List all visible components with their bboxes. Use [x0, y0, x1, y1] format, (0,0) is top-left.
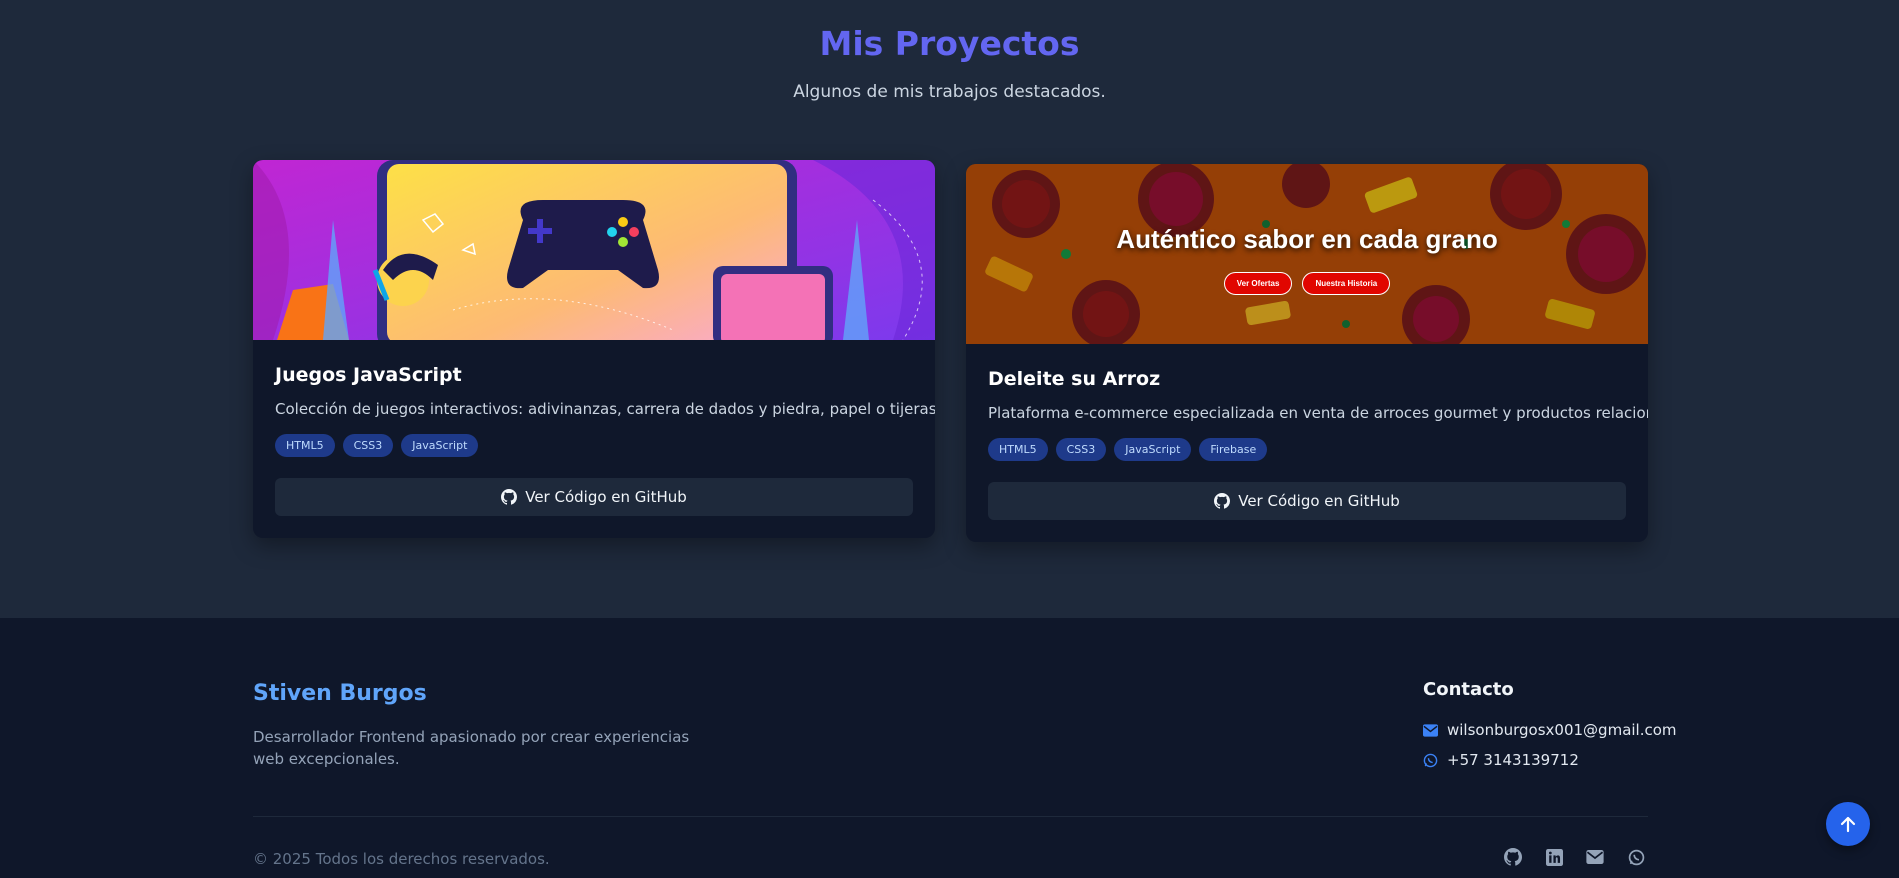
footer-divider: [253, 816, 1648, 817]
project-image-rice: Auténtico sabor en cada grano Ver Oferta…: [966, 164, 1648, 344]
projects-section: Mis Proyectos Algunos de mis trabajos de…: [0, 0, 1899, 618]
banner-title: Auténtico sabor en cada grano: [1116, 224, 1498, 254]
footer-description: Desarrollador Frontend apasionado por cr…: [253, 728, 690, 768]
github-code-button[interactable]: Ver Código en GitHub: [275, 478, 913, 516]
banner-buttons: Ver Ofertas Nuestra Historia: [966, 272, 1648, 295]
scroll-to-top-button[interactable]: [1826, 802, 1870, 846]
project-description: Colección de juegos interactivos: adivin…: [275, 400, 935, 418]
tag-css3: CSS3: [342, 434, 394, 457]
github-icon: [1504, 848, 1522, 866]
github-icon: [501, 489, 518, 505]
tag-css3: CSS3: [1055, 438, 1107, 461]
contact-email[interactable]: wilsonburgosx001@gmail.com: [1423, 721, 1677, 739]
github-code-button[interactable]: Ver Código en GitHub: [988, 482, 1626, 520]
tag-list: HTML5 CSS3 JavaScript: [275, 434, 479, 457]
contact-phone[interactable]: +57 3143139712: [1423, 751, 1579, 769]
footer-brand: Stiven Burgos: [253, 681, 427, 706]
section-subtitle: Algunos de mis trabajos destacados.: [793, 82, 1106, 102]
whatsapp-icon: [1628, 849, 1644, 865]
contact-email-text: wilsonburgosx001@gmail.com: [1447, 721, 1677, 739]
envelope-icon: [1423, 723, 1438, 737]
github-button-label: Ver Código en GitHub: [525, 488, 687, 506]
contact-heading: Contacto: [1423, 679, 1514, 700]
contact-phone-text: +57 3143139712: [1447, 751, 1579, 769]
project-image-games: [253, 160, 935, 340]
linkedin-icon: [1545, 848, 1563, 866]
whatsapp-icon: [1423, 753, 1438, 767]
project-card-rice: Auténtico sabor en cada grano Ver Oferta…: [966, 164, 1648, 542]
linkedin-link[interactable]: [1545, 848, 1563, 866]
social-links: [1504, 848, 1645, 866]
project-description: Plataforma e-commerce especializada en v…: [988, 404, 1648, 422]
tag-javascript: JavaScript: [401, 434, 479, 457]
site-footer: Stiven Burgos Desarrollador Frontend apa…: [0, 618, 1899, 878]
github-link[interactable]: [1504, 848, 1522, 866]
project-title: Deleite su Arroz: [988, 368, 1161, 390]
email-link[interactable]: [1586, 848, 1604, 866]
nuestra-historia-button[interactable]: Nuestra Historia: [1302, 272, 1391, 295]
project-title: Juegos JavaScript: [275, 364, 462, 386]
tag-javascript: JavaScript: [1114, 438, 1192, 461]
github-icon: [1214, 493, 1231, 509]
tag-list: HTML5 CSS3 JavaScript Firebase: [988, 438, 1268, 461]
tag-html5: HTML5: [275, 434, 335, 457]
whatsapp-link[interactable]: [1627, 848, 1645, 866]
copyright-text: © 2025 Todos los derechos reservados.: [253, 850, 550, 868]
ver-ofertas-button[interactable]: Ver Ofertas: [1223, 272, 1293, 295]
arrow-up-icon: [1840, 816, 1856, 833]
github-button-label: Ver Código en GitHub: [1238, 492, 1400, 510]
mail-icon: [1586, 850, 1604, 864]
project-card-games: Juegos JavaScript Colección de juegos in…: [253, 160, 935, 538]
tag-html5: HTML5: [988, 438, 1048, 461]
tag-firebase: Firebase: [1199, 438, 1268, 461]
gamepad-illustration-icon: [253, 160, 935, 340]
section-title: Mis Proyectos: [819, 24, 1080, 63]
